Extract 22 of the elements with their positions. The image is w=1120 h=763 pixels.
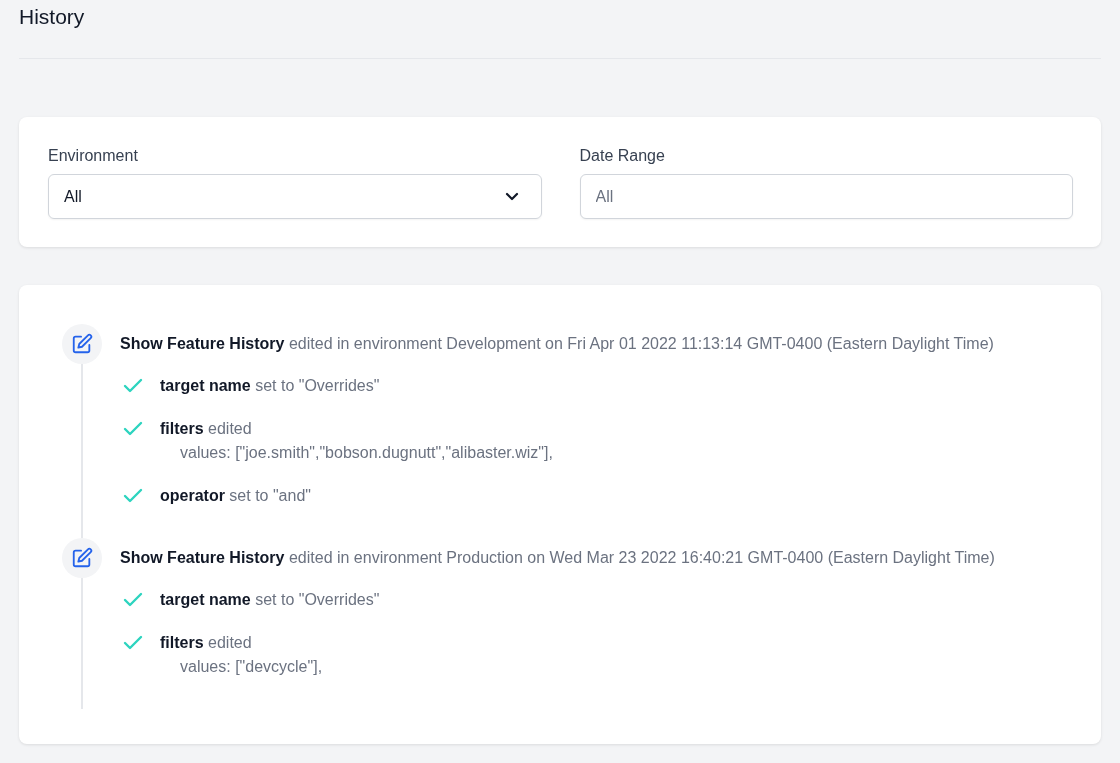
check-icon: [123, 378, 143, 394]
page-title: History: [19, 4, 86, 30]
environment-select[interactable]: All: [48, 174, 542, 219]
change-detail: values: ["devcycle"],: [179, 657, 323, 677]
chevron-down-icon: [504, 192, 519, 201]
change-text: operator set to "and": [160, 486, 311, 506]
history-entry-text: Show Feature History edited in environment Production on Wed Mar 23 2022 16:40:21 GMT-0400 (Eastern Daylight Time): [120, 548, 995, 568]
check-icon: [123, 635, 143, 651]
change-text: target name set to "Overrides": [160, 376, 380, 396]
field-label: Environment: [48, 146, 139, 166]
change-text: filters edited: [160, 419, 253, 439]
history-entry-text: Show Feature History edited in environment Development on Fri Apr 01 2022 11:13:14 GMT-0400 (Eastern Daylight Time): [120, 334, 994, 354]
date-range-field[interactable]: All: [579, 174, 1073, 219]
check-icon: [123, 592, 143, 608]
check-icon: [123, 421, 143, 437]
change-text: filters edited: [160, 633, 253, 653]
change-text: target name set to "Overrides": [160, 590, 380, 610]
edit-icon: [62, 538, 102, 578]
field-label: Date Range: [579, 146, 666, 166]
change-detail: values: ["joe.smith","bobson.dugnutt","alibaster.wiz"],: [179, 443, 553, 463]
check-icon: [123, 488, 143, 504]
edit-icon: [62, 324, 102, 364]
